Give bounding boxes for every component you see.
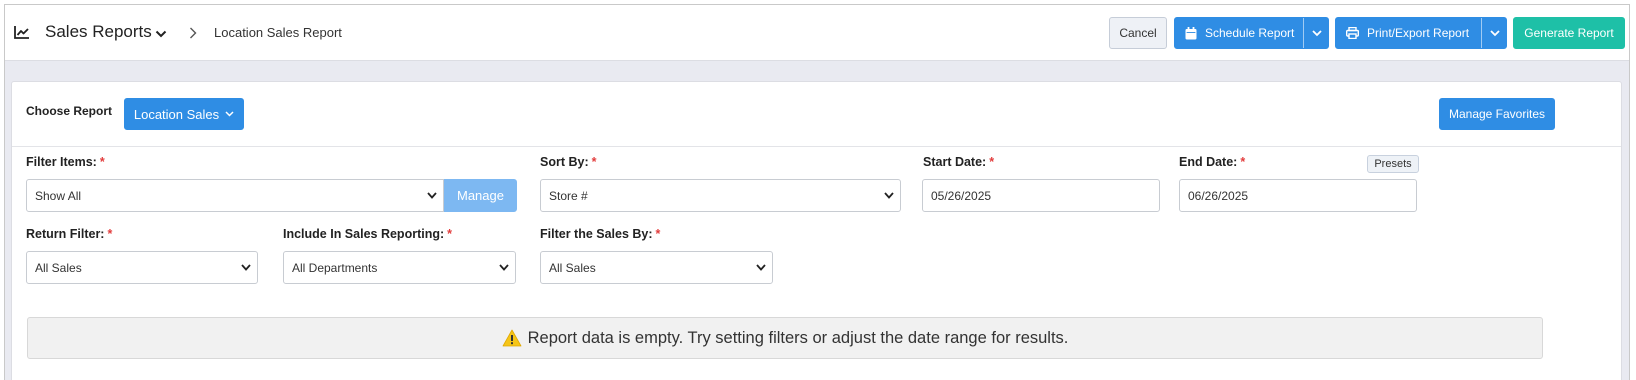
start-date-value: 05/26/2025	[931, 188, 992, 203]
required-mark: *	[99, 155, 105, 169]
chevron-right-icon	[190, 27, 197, 39]
chevron-down-icon	[756, 264, 766, 271]
chevron-down-icon	[884, 192, 894, 199]
print-dropdown-toggle[interactable]	[1482, 18, 1508, 48]
sort-by-value: Store #	[549, 188, 588, 203]
filter-items-select[interactable]: Show All	[26, 179, 444, 212]
divider	[12, 146, 1621, 147]
start-date-label-text: Start Date:	[923, 155, 987, 169]
generate-report-button[interactable]: Generate Report	[1513, 17, 1625, 49]
print-export-label: Print/Export Report	[1367, 26, 1470, 40]
chevron-down-icon	[1312, 29, 1322, 36]
sort-by-label: Sort By: *	[540, 155, 597, 169]
manage-favorites-button[interactable]: Manage Favorites	[1439, 98, 1555, 130]
sort-by-label-text: Sort By:	[540, 155, 589, 169]
chart-line-icon	[14, 26, 29, 39]
end-date-label: End Date: *	[1179, 155, 1245, 169]
manage-filter-label: Manage	[457, 188, 504, 203]
empty-report-message: Report data is empty. Try setting filter…	[527, 328, 1069, 347]
filter-sales-by-label: Filter the Sales By: *	[540, 227, 660, 241]
report-selector-label: Location Sales	[133, 106, 220, 122]
header-bar: Sales Reports Location Sales Report Canc…	[5, 5, 1629, 61]
return-filter-value: All Sales	[35, 260, 82, 275]
chevron-down-icon	[241, 264, 251, 271]
required-mark: *	[447, 227, 453, 241]
empty-report-alert: Report data is empty. Try setting filter…	[27, 317, 1543, 359]
filter-sales-by-select[interactable]: All Sales	[540, 251, 773, 284]
return-filter-label-text: Return Filter:	[26, 227, 105, 241]
required-mark: *	[107, 227, 113, 241]
end-date-value: 06/26/2025	[1188, 188, 1249, 203]
sort-by-select[interactable]: Store #	[540, 179, 901, 212]
filter-sales-by-value: All Sales	[549, 260, 596, 275]
manage-favorites-label: Manage Favorites	[1448, 107, 1546, 121]
chevron-down-icon	[427, 192, 437, 199]
schedule-report-button[interactable]: Schedule Report	[1174, 17, 1329, 49]
manage-filter-button[interactable]: Manage	[444, 179, 517, 212]
filter-items-label-text: Filter Items:	[26, 155, 97, 169]
include-in-sales-label-text: Include In Sales Reporting:	[283, 227, 445, 241]
include-in-sales-value: All Departments	[292, 260, 378, 275]
app-window: Sales Reports Location Sales Report Canc…	[4, 4, 1630, 380]
required-mark: *	[1240, 155, 1246, 169]
chevron-down-icon	[499, 264, 509, 271]
warning-icon	[502, 329, 522, 347]
report-selector-button[interactable]: Location Sales	[124, 98, 244, 130]
report-panel: Choose Report Location Sales Manage Favo…	[11, 81, 1622, 380]
schedule-dropdown-toggle[interactable]	[1304, 18, 1330, 48]
schedule-report-label: Schedule Report	[1205, 26, 1295, 40]
end-date-label-text: End Date:	[1179, 155, 1238, 169]
required-mark: *	[655, 227, 661, 241]
filter-items-label: Filter Items: *	[26, 155, 105, 169]
end-date-input[interactable]: 06/26/2025	[1179, 179, 1417, 212]
page-title[interactable]: Sales Reports	[45, 22, 152, 42]
chevron-down-icon	[1490, 29, 1500, 36]
calendar-icon	[1185, 26, 1197, 40]
choose-report-label: Choose Report	[26, 104, 113, 118]
cancel-button[interactable]: Cancel	[1109, 17, 1167, 49]
print-export-button[interactable]: Print/Export Report	[1335, 17, 1507, 49]
filter-items-value: Show All	[35, 188, 82, 203]
return-filter-label: Return Filter: *	[26, 227, 112, 241]
filter-sales-by-label-text: Filter the Sales By:	[540, 227, 653, 241]
include-in-sales-label: Include In Sales Reporting: *	[283, 227, 452, 241]
include-in-sales-select[interactable]: All Departments	[283, 251, 516, 284]
required-mark: *	[989, 155, 995, 169]
start-date-input[interactable]: 05/26/2025	[922, 179, 1160, 212]
start-date-label: Start Date: *	[923, 155, 994, 169]
printer-icon	[1346, 27, 1359, 39]
breadcrumb-current: Location Sales Report	[214, 25, 342, 40]
presets-button[interactable]: Presets	[1367, 155, 1419, 173]
generate-report-label: Generate Report	[1524, 26, 1614, 40]
return-filter-select[interactable]: All Sales	[26, 251, 258, 284]
presets-label: Presets	[1374, 158, 1412, 170]
cancel-button-label: Cancel	[1119, 26, 1157, 40]
chevron-down-icon	[225, 111, 234, 117]
required-mark: *	[591, 155, 597, 169]
chevron-down-icon[interactable]	[155, 30, 167, 38]
